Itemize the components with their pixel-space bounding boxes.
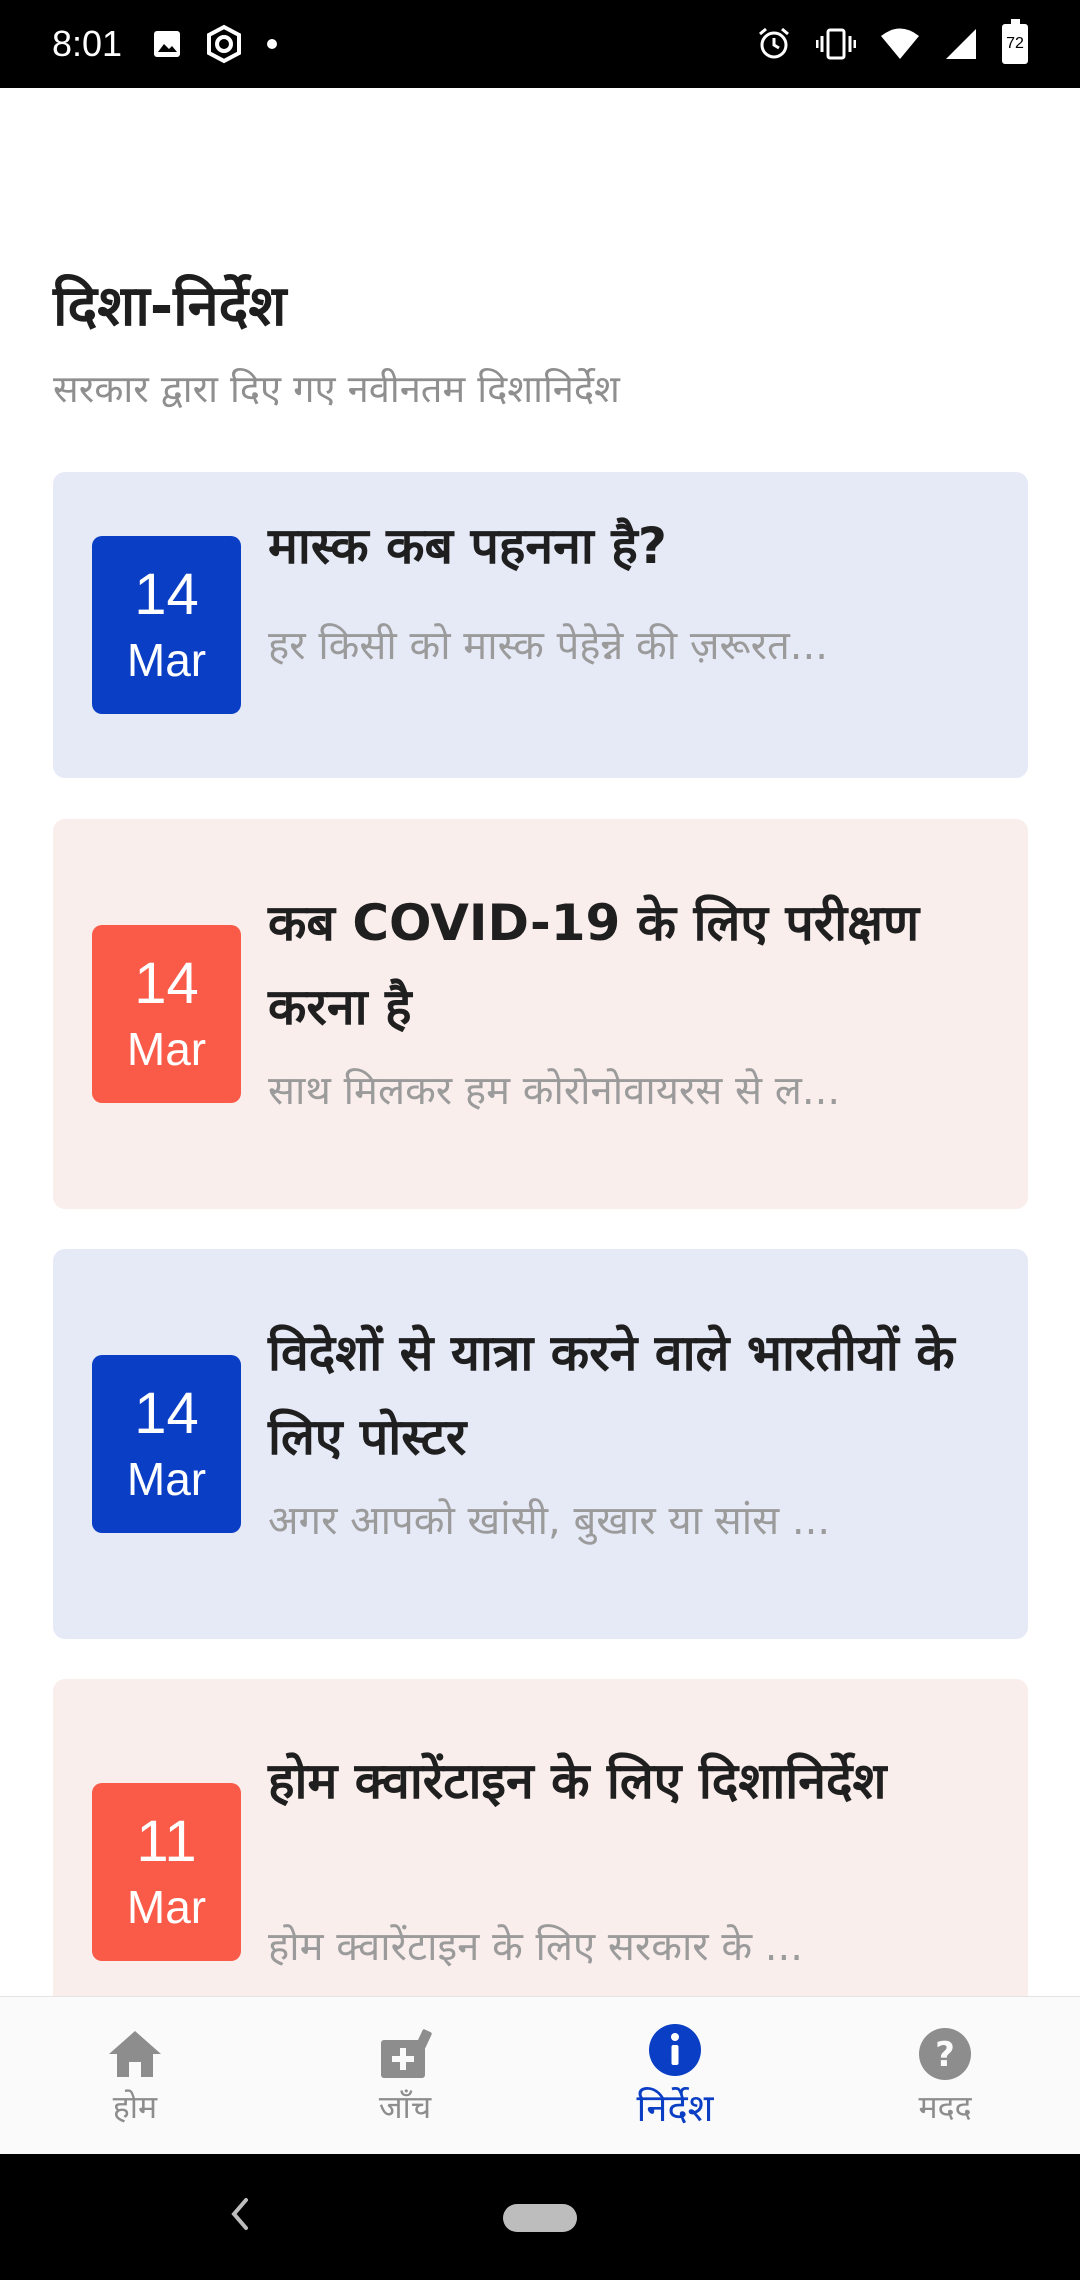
card-title: होम क्वारेंटाइन के लिए दिशानिर्देश	[268, 1752, 887, 1810]
status-bar: 8:01 72	[0, 0, 1080, 88]
system-status-icons: 72	[756, 19, 1028, 64]
nav-label: होम	[112, 2088, 158, 2126]
date-badge: 14 Mar	[92, 925, 241, 1103]
card-title: विदेशों से यात्रा करने वाले भारतीयों के …	[268, 1324, 955, 1466]
card-description: साथ मिलकर हम कोरोनोवायरस से ल...	[268, 1068, 841, 1114]
nav-label: मदद	[918, 2088, 972, 2126]
date-day: 14	[134, 951, 199, 1016]
date-day: 14	[134, 562, 199, 627]
back-icon[interactable]	[226, 2194, 254, 2238]
nav-check[interactable]: जाँच	[270, 1997, 540, 2154]
date-day: 14	[134, 1381, 199, 1446]
date-month: Mar	[126, 1881, 207, 1933]
nav-label: जाँच	[378, 2088, 432, 2126]
signal-icon	[944, 27, 978, 61]
nav-help[interactable]: ? मदद	[810, 1997, 1080, 2154]
alarm-icon	[756, 26, 792, 62]
card-title: कब COVID-19 के लिए परीक्षण करना है	[268, 894, 920, 1036]
shield-app-icon	[204, 24, 244, 64]
vibrate-icon	[816, 26, 856, 62]
date-badge: 11 Mar	[92, 1783, 241, 1961]
home-pill-button[interactable]	[503, 2204, 577, 2232]
nav-label: निर्देश	[636, 2085, 714, 2130]
guideline-card[interactable]: 14 Mar मास्क कब पहनना है? हर किसी को मास…	[53, 472, 1028, 778]
nav-home[interactable]: होम	[0, 1997, 270, 2154]
guideline-card[interactable]: 11 Mar होम क्वारेंटाइन के लिए दिशानिर्दे…	[53, 1679, 1028, 1996]
guideline-card[interactable]: 14 Mar कब COVID-19 के लिए परीक्षण करना ह…	[53, 819, 1028, 1209]
date-month: Mar	[126, 634, 207, 686]
guidelines-screen[interactable]: दिशा-निर्देश सरकार द्वारा दिए गए नवीनतम …	[0, 88, 1080, 1996]
date-month: Mar	[126, 1023, 207, 1075]
image-icon	[152, 29, 182, 59]
card-description: अगर आपको खांसी, बुखार या सांस ...	[268, 1498, 831, 1544]
dot-icon	[266, 38, 278, 50]
wifi-icon	[880, 27, 920, 61]
date-day: 11	[136, 1809, 197, 1874]
date-badge: 14 Mar	[92, 536, 241, 714]
medical-kit-icon	[377, 2023, 433, 2085]
svg-text:?: ?	[935, 2035, 955, 2075]
battery-icon: 72	[1002, 19, 1028, 64]
nav-guidelines[interactable]: निर्देश	[540, 1997, 810, 2154]
page-title: दिशा-निर्देश	[53, 274, 287, 339]
info-icon	[647, 2019, 703, 2081]
card-description: होम क्वारेंटाइन के लिए सरकार के ...	[268, 1924, 803, 1970]
card-description: हर किसी को मास्क पेहेन्ने की ज़रूरत...	[268, 623, 828, 669]
system-navigation-bar	[0, 2154, 1080, 2280]
help-icon: ?	[917, 2023, 973, 2085]
status-time: 8:01	[52, 23, 123, 64]
date-badge: 14 Mar	[92, 1355, 241, 1533]
date-month: Mar	[126, 1453, 207, 1505]
guideline-card[interactable]: 14 Mar विदेशों से यात्रा करने वाले भारती…	[53, 1249, 1028, 1639]
notification-icons	[152, 24, 278, 64]
page-subtitle: सरकार द्वारा दिए गए नवीनतम दिशानिर्देश	[53, 367, 620, 411]
card-title: मास्क कब पहनना है?	[268, 517, 667, 575]
bottom-navigation: होम जाँच निर्देश ? मदद	[0, 1996, 1080, 2154]
home-icon	[107, 2023, 163, 2085]
